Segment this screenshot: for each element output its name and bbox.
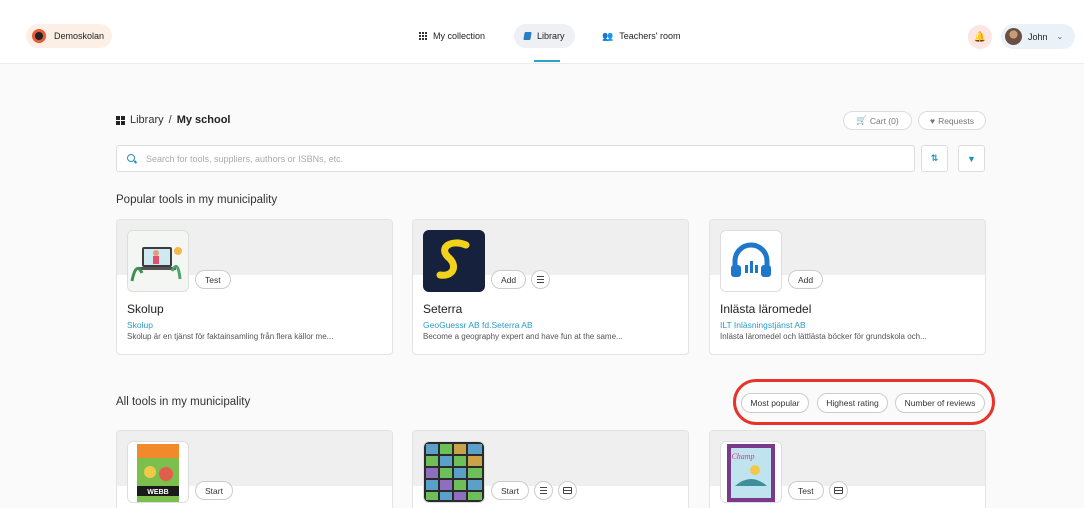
- active-tab-indicator: [534, 60, 560, 62]
- card-supplier[interactable]: GeoGuessr AB fd.Seterra AB: [423, 320, 533, 330]
- search-icon: [127, 153, 137, 164]
- search-bar: [116, 145, 915, 172]
- chevron-down-icon: ⌄: [1056, 32, 1064, 41]
- card-action-button[interactable]: Test: [195, 270, 231, 289]
- tool-thumbnail: Champ: [720, 441, 782, 503]
- filter-icon: ▼: [967, 153, 976, 164]
- card-title: Inlästa läromedel: [720, 302, 812, 316]
- tool-card[interactable]: Add Seterra GeoGuessr AB fd.Seterra AB B…: [412, 219, 689, 355]
- breadcrumb-root[interactable]: Library: [130, 114, 164, 126]
- list-button[interactable]: [531, 270, 551, 289]
- avatar: [1005, 28, 1022, 45]
- users-icon: 👥: [602, 30, 614, 41]
- sort-icon: ⇅: [930, 153, 939, 163]
- card-title: Seterra: [423, 302, 463, 316]
- school-selector[interactable]: Demoskolan: [26, 24, 113, 48]
- tool-thumbnail: WEBB: [127, 441, 189, 503]
- card-action-button[interactable]: Start: [195, 481, 233, 500]
- top-navigation-bar: Demoskolan My collection Library 👥 Teach…: [0, 0, 1084, 64]
- nav-label: My collection: [433, 31, 486, 41]
- book-icon: [523, 32, 532, 40]
- breadcrumb-separator: /: [168, 114, 172, 126]
- card-description: Skolup är en tjänst för faktainsamling f…: [127, 332, 334, 341]
- school-name: Demoskolan: [54, 31, 105, 41]
- nav-label: Library: [537, 31, 565, 41]
- section-title-popular: Popular tools in my municipality: [116, 194, 278, 206]
- headphones-logo-icon: [721, 231, 781, 291]
- tool-card[interactable]: WEBB Start: [116, 430, 393, 508]
- heart-icon: ♥: [930, 115, 936, 126]
- nav-label: Teachers' room: [619, 31, 681, 41]
- cart-label: Cart (0): [869, 115, 899, 126]
- card-supplier[interactable]: ILT Inläsningstjänst AB: [720, 320, 806, 330]
- tool-thumbnail: [720, 230, 782, 292]
- book-cover-icon: Champ: [721, 442, 781, 502]
- seterra-logo-icon: [424, 231, 484, 291]
- card-description: Become a geography expert and have fun a…: [423, 332, 623, 341]
- breadcrumb: Library / My school: [116, 114, 230, 126]
- card-action-button[interactable]: Test: [788, 481, 824, 500]
- tool-thumbnail: [127, 230, 189, 292]
- card-action-button[interactable]: Add: [491, 270, 527, 289]
- school-logo-icon: [32, 29, 46, 43]
- cart-icon: 🛒: [856, 115, 867, 125]
- tool-card[interactable]: Test Skolup Skolup Skolup är en tjänst f…: [116, 219, 393, 355]
- tool-thumbnail: [423, 441, 485, 503]
- cart-button[interactable]: 🛒 Cart (0): [843, 111, 912, 130]
- tool-card[interactable]: Start: [412, 430, 689, 508]
- highlight-annotation: [733, 379, 995, 425]
- card-action-button[interactable]: Start: [491, 481, 529, 500]
- book-cover-icon: WEBB: [128, 442, 188, 502]
- bell-icon: 🔔: [973, 31, 987, 43]
- breadcrumb-current: My school: [176, 114, 231, 126]
- notifications-button[interactable]: 🔔: [968, 25, 992, 49]
- nav-library[interactable]: Library: [514, 24, 575, 48]
- sort-button[interactable]: ⇅: [921, 145, 948, 172]
- tool-card[interactable]: Champ Test: [709, 430, 986, 508]
- license-button[interactable]: [828, 481, 848, 500]
- card-title: Skolup: [127, 302, 164, 316]
- nav-my-collection[interactable]: My collection: [409, 24, 495, 48]
- grid-icon: [419, 32, 427, 40]
- svg-text:WEBB: WEBB: [147, 489, 168, 496]
- requests-label: Requests: [938, 115, 974, 126]
- user-menu[interactable]: John ⌄: [1001, 24, 1075, 49]
- card-description: Inlästa läromedel och lättlästa böcker f…: [720, 332, 927, 341]
- svg-text:Champ: Champ: [731, 452, 754, 461]
- card-action-button[interactable]: Add: [788, 270, 824, 289]
- user-name: John: [1028, 31, 1048, 42]
- grid-icon: [116, 115, 125, 125]
- game-grid-icon: [424, 442, 484, 502]
- tool-thumbnail: [423, 230, 485, 292]
- skolup-illustration-icon: [128, 231, 188, 291]
- credit-card-icon: [562, 487, 572, 494]
- license-button[interactable]: [557, 481, 577, 500]
- section-title-all-tools: All tools in my municipality: [116, 396, 251, 408]
- tool-card[interactable]: Add Inlästa läromedel ILT Inläsningstjän…: [709, 219, 986, 355]
- requests-button[interactable]: ♥ Requests: [918, 111, 986, 130]
- list-icon: [537, 276, 545, 283]
- list-button[interactable]: [533, 481, 553, 500]
- filter-button[interactable]: ▼: [958, 145, 985, 172]
- list-icon: [539, 487, 547, 494]
- nav-teachers-room[interactable]: 👥 Teachers' room: [592, 24, 690, 48]
- credit-card-icon: [833, 487, 843, 494]
- card-supplier[interactable]: Skolup: [127, 320, 153, 330]
- search-input[interactable]: [146, 153, 914, 164]
